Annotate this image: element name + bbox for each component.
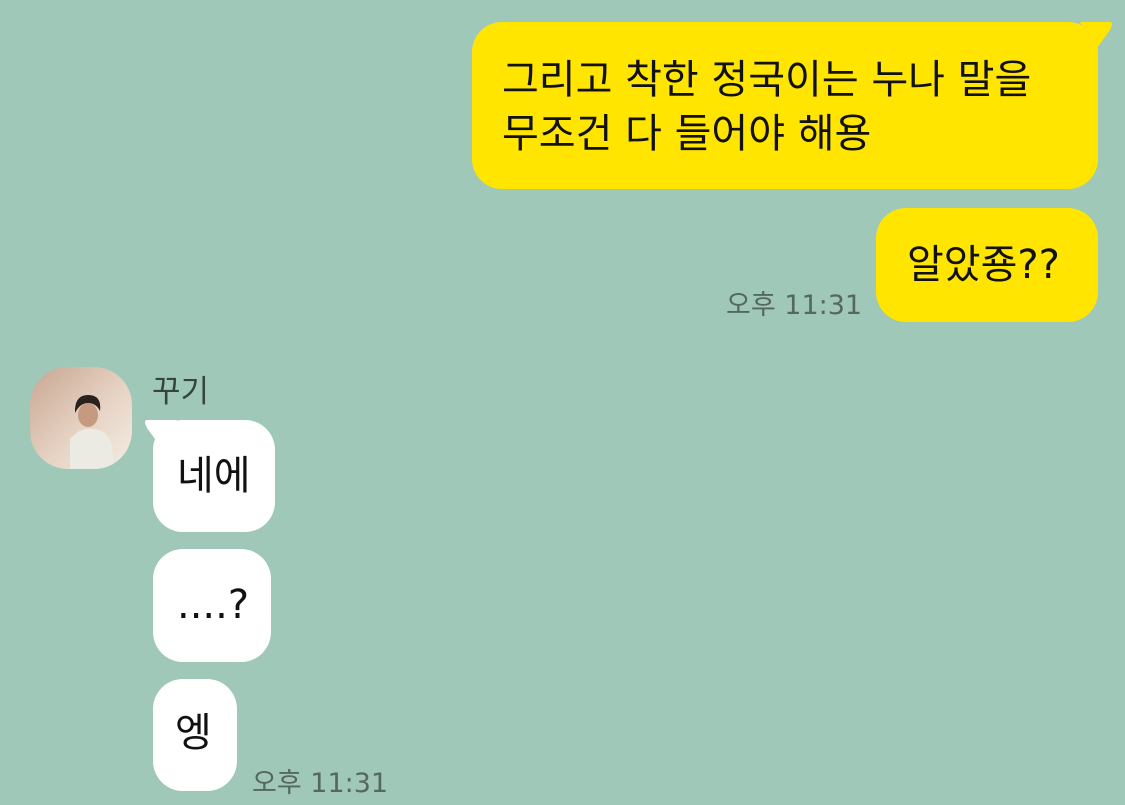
message-timestamp: 오후 11:31 [726, 290, 863, 321]
bubble-tail-icon [1080, 22, 1112, 52]
incoming-message-bubble[interactable]: 네에 [145, 420, 275, 532]
bubble-tail-icon [145, 420, 177, 450]
message-text: 네에 [177, 453, 251, 499]
outgoing-message-bubble[interactable]: 그리고 착한 정국이는 누나 말을 무조건 다 들어야 해용 [472, 22, 1112, 189]
incoming-message-bubble[interactable]: ....? [153, 549, 271, 662]
avatar[interactable] [30, 367, 132, 469]
message-text: ....? [177, 582, 250, 628]
sender-name: 꾸기 [152, 374, 210, 410]
outgoing-message-bubble[interactable]: 알았죵?? [876, 208, 1098, 322]
incoming-message-bubble[interactable]: 엥 [153, 679, 237, 791]
message-text: 알았죵?? [907, 242, 1060, 288]
message-text-line: 무조건 다 들어야 해용 [502, 111, 872, 157]
message-text-line: 그리고 착한 정국이는 누나 말을 [502, 57, 1032, 103]
message-timestamp: 오후 11:31 [252, 768, 389, 799]
profile-photo-icon [30, 367, 132, 469]
message-text: 엥 [175, 710, 212, 756]
